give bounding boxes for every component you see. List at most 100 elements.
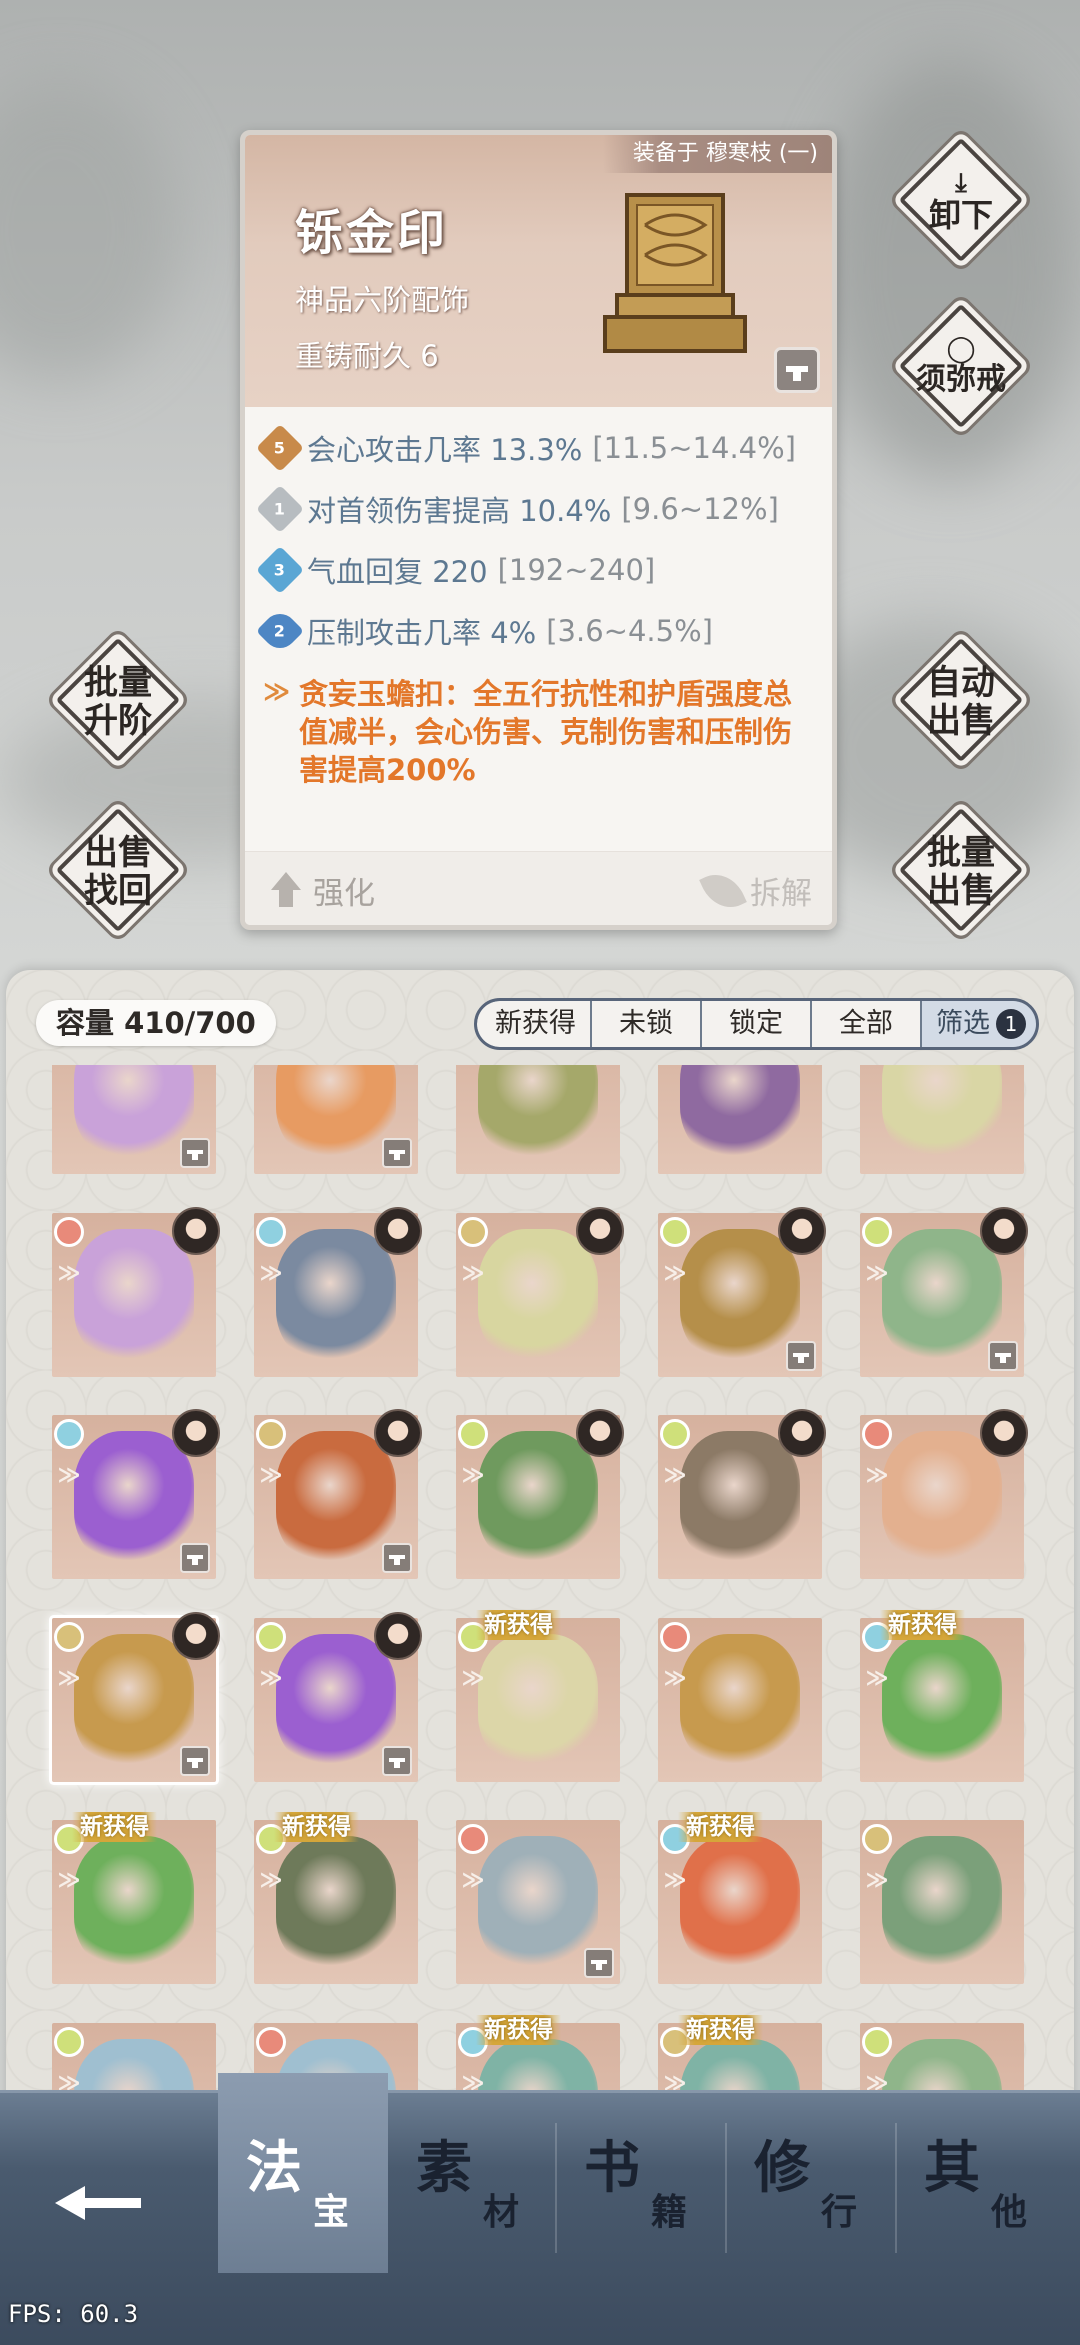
inventory-item-slot[interactable]: ≫ — [658, 1207, 826, 1377]
character-avatar — [374, 1207, 422, 1255]
filter-unlocked[interactable]: 未锁定 — [592, 1001, 702, 1047]
filter-new[interactable]: 新获得 — [477, 1001, 592, 1047]
new-badge: 新获得 — [476, 1610, 561, 1640]
character-avatar — [980, 1207, 1028, 1255]
lock-icon — [382, 1746, 412, 1776]
enhance-button[interactable]: 强化 — [271, 868, 375, 913]
treasure-image — [74, 1431, 194, 1566]
disassemble-button[interactable]: 拆解 — [699, 865, 812, 916]
inventory-item-slot[interactable]: ≫ 新获得 — [456, 1610, 620, 1782]
stat-row: 2 压制攻击几率 4% [3.6~4.5%] — [255, 600, 820, 661]
treasure-image — [478, 1634, 598, 1769]
inventory-item-slot[interactable]: ≫ — [456, 1207, 624, 1377]
set-effect: ≫ 贪妄玉蟾扣：全五行抗性和护盾强度总值减半，会心伤害、克制伤害和压制伤害提高2… — [263, 675, 812, 789]
inventory-item-slot[interactable]: ≫ — [254, 1612, 422, 1782]
tab-materials[interactable]: 素材 — [388, 2093, 558, 2283]
leaf-icon — [699, 865, 747, 916]
treasure-image — [882, 1634, 1002, 1769]
character-avatar — [172, 1207, 220, 1255]
inventory-item-slot[interactable]: ≫ — [52, 1409, 220, 1579]
set-mark-icon: ≫ — [57, 1666, 81, 1691]
inventory-item-slot[interactable] — [658, 1065, 822, 1174]
lock-icon — [180, 1543, 210, 1573]
filter-all[interactable]: 全部 — [812, 1001, 922, 1047]
inventory-item-slot[interactable] — [456, 1065, 620, 1174]
ring-button[interactable]: ◯ 须弥戒 — [897, 302, 1025, 430]
tab-other[interactable]: 其他 — [896, 2093, 1066, 2283]
treasure-image — [882, 1836, 1002, 1971]
set-mark-icon: ≫ — [663, 1261, 687, 1286]
inventory-item-slot[interactable]: ≫ — [658, 1618, 822, 1782]
inventory-item-slot[interactable] — [52, 1065, 216, 1174]
tab-books[interactable]: 书籍 — [556, 2093, 726, 2283]
stat-text: 气血回复 220 — [307, 554, 488, 589]
bottom-nav: 法宝 素材 书籍 修行 其他 — [0, 2073, 1080, 2345]
treasure-image — [478, 1431, 598, 1566]
set-mark-icon: ≫ — [461, 1463, 485, 1488]
stat-text: 会心攻击几率 13.3% — [307, 432, 583, 467]
item-detail-card: 装备于 穆寒枝 (一) 铄金印 神品六阶配饰 重铸耐久 6 5 会心攻击几率 1… — [240, 130, 837, 930]
stat-row: 1 对首领伤害提高 10.4% [9.6~12%] — [255, 478, 820, 539]
inventory-item-slot[interactable] — [860, 1065, 1024, 1174]
inventory-item-slot[interactable]: ≫ — [254, 1207, 422, 1377]
inventory-item-slot[interactable]: ≫ 新获得 — [860, 1610, 1024, 1782]
treasure-image — [680, 1229, 800, 1364]
stat-range: [3.6~4.5%] — [546, 613, 713, 648]
character-avatar — [778, 1409, 826, 1457]
character-avatar — [374, 1612, 422, 1660]
inventory-item-slot[interactable] — [254, 1065, 418, 1174]
treasure-image — [680, 1065, 800, 1161]
element-ring-icon — [862, 1217, 892, 1247]
treasure-image — [74, 1634, 194, 1769]
set-mark-icon: ≫ — [461, 1666, 485, 1691]
element-ring-icon — [54, 1217, 84, 1247]
tab-cultivation[interactable]: 修行 — [726, 2093, 896, 2283]
element-ring-icon — [862, 1824, 892, 1854]
tab-treasure[interactable]: 法宝 — [218, 2073, 388, 2273]
inventory-item-slot[interactable]: ≫ 新获得 — [254, 1812, 418, 1984]
filter-bar: 新获得 未锁定 锁定 全部 筛选1 — [474, 998, 1039, 1050]
batch-upgrade-button[interactable]: 批量升阶 — [54, 636, 182, 764]
treasure-image — [276, 1634, 396, 1769]
filter-locked[interactable]: 锁定 — [702, 1001, 812, 1047]
inventory-item-slot[interactable]: ≫ — [860, 1207, 1028, 1377]
filter-button[interactable]: 筛选 1 — [922, 1001, 1036, 1047]
inventory-item-slot[interactable]: ≫ 新获得 — [658, 1812, 822, 1984]
new-badge: 新获得 — [678, 2015, 763, 2045]
download-icon: ⤓ — [955, 168, 967, 198]
item-name: 铄金印 — [295, 205, 449, 261]
element-ring-icon — [54, 1419, 84, 1449]
treasure-image — [478, 1065, 598, 1161]
inventory-item-slot[interactable]: ≫ — [658, 1409, 826, 1579]
batch-sell-button[interactable]: 批量出售 — [897, 806, 1025, 934]
lock-button[interactable] — [774, 347, 820, 393]
inventory-item-slot[interactable]: ≫ 新获得 — [52, 1812, 216, 1984]
back-arrow-icon[interactable] — [55, 2168, 145, 2238]
inventory-item-slot[interactable]: ≫ — [52, 1207, 220, 1377]
tier-badge-icon: 1 — [255, 484, 305, 533]
arrow-up-icon — [271, 871, 301, 910]
inventory-item-slot[interactable]: ≫ — [52, 1612, 220, 1782]
element-ring-icon — [458, 1217, 488, 1247]
treasure-image — [276, 1431, 396, 1566]
set-mark-icon: ≫ — [461, 1868, 485, 1893]
disassemble-label: 拆解 — [750, 876, 812, 912]
stat-text: 压制攻击几率 4% — [307, 615, 537, 650]
ring-icon: ◯ — [946, 334, 976, 364]
character-avatar — [778, 1207, 826, 1255]
new-badge: 新获得 — [476, 2015, 561, 2045]
set-mark-icon: ≫ — [57, 1261, 81, 1286]
lock-icon — [180, 1138, 210, 1168]
inventory-item-slot[interactable]: ≫ — [456, 1820, 620, 1984]
set-mark-icon: ≫ — [663, 1666, 687, 1691]
unequip-button[interactable]: ⤓ 卸下 — [897, 136, 1025, 264]
treasure-image — [680, 1431, 800, 1566]
sell-recover-button[interactable]: 出售找回 — [54, 806, 182, 934]
inventory-item-slot[interactable]: ≫ — [254, 1409, 422, 1579]
stat-range: [9.6~12%] — [621, 491, 779, 526]
set-mark-icon: ≫ — [57, 1463, 81, 1488]
inventory-item-slot[interactable]: ≫ — [456, 1409, 624, 1579]
inventory-item-slot[interactable]: ≫ — [860, 1820, 1024, 1984]
inventory-item-slot[interactable]: ≫ — [860, 1409, 1028, 1579]
auto-sell-button[interactable]: 自动出售 — [897, 636, 1025, 764]
